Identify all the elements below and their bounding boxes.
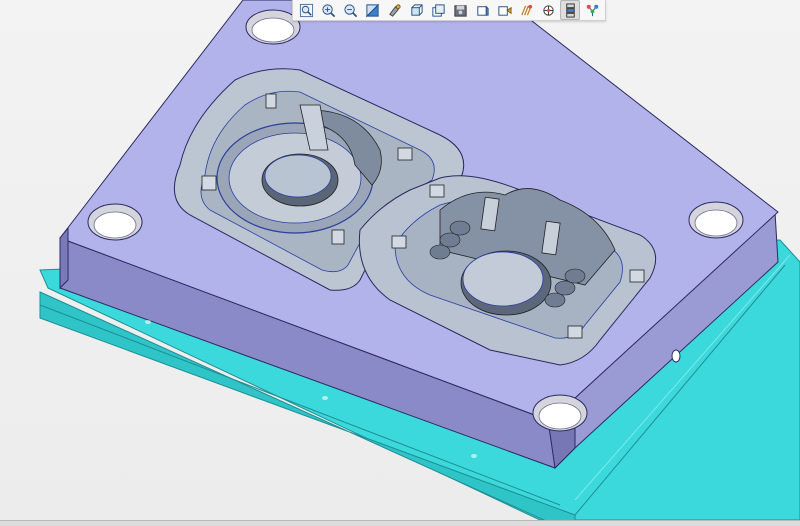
network-button[interactable] <box>582 0 602 20</box>
layer-button[interactable] <box>428 0 448 20</box>
model-tree-icon <box>565 2 575 18</box>
repaint-button[interactable] <box>384 0 404 20</box>
pan-view-button[interactable] <box>362 0 382 20</box>
annotation-display-icon <box>542 4 554 16</box>
3d-viewport[interactable] <box>0 0 800 520</box>
datum-display-button[interactable] <box>494 0 514 20</box>
repaint-icon <box>388 3 401 17</box>
zoom-out-button[interactable] <box>340 0 360 20</box>
zoom-in-button[interactable] <box>318 0 338 20</box>
saved-views-button[interactable] <box>450 0 470 20</box>
zoom-fit-icon <box>299 3 313 17</box>
zoom-fit-button[interactable] <box>296 0 316 20</box>
display-style-icon <box>410 3 423 16</box>
saved-views-icon <box>453 4 467 17</box>
zoom-out-icon <box>343 3 357 17</box>
display-style-button[interactable] <box>406 0 426 20</box>
model-tree-button[interactable] <box>560 0 580 20</box>
zoom-in-icon <box>321 3 335 17</box>
mold-model-view[interactable] <box>0 0 800 520</box>
pan-view-icon <box>365 3 379 17</box>
status-bar <box>0 520 800 526</box>
annotation-display-button[interactable] <box>538 0 558 20</box>
network-icon <box>586 4 598 16</box>
view-manager-button[interactable] <box>472 0 492 20</box>
view-toolbar <box>292 0 606 21</box>
spin-center-icon <box>520 4 532 15</box>
view-manager-icon <box>476 5 489 16</box>
datum-display-icon <box>497 5 512 16</box>
spin-center-button[interactable] <box>516 0 536 20</box>
layer-icon <box>431 3 445 17</box>
